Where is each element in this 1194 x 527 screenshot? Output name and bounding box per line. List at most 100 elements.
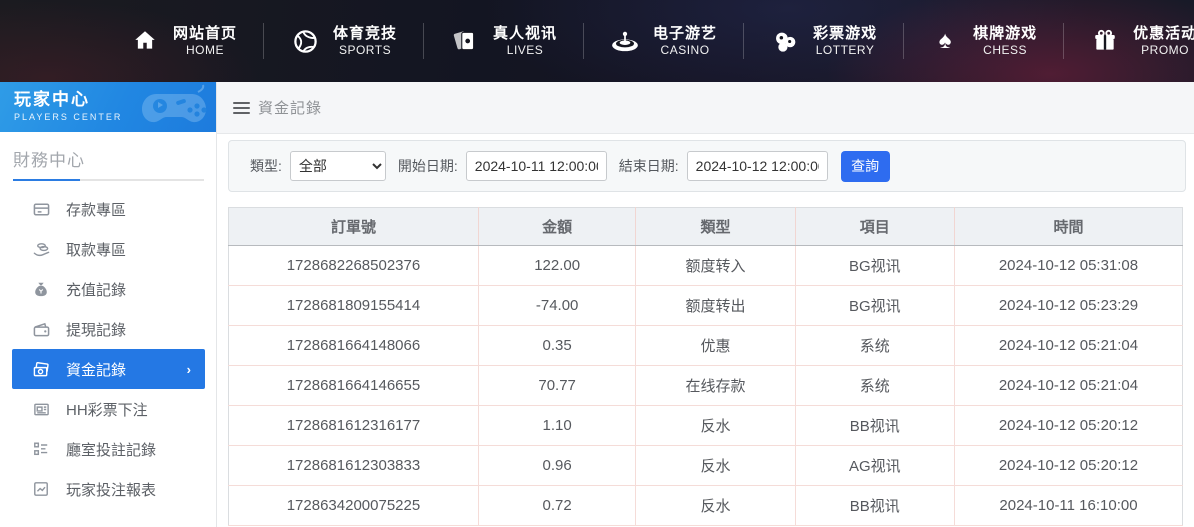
item: 系统: [795, 326, 954, 366]
nav-item-casino[interactable]: 电子游艺 CASINO: [584, 24, 743, 58]
table-row: 1728681664148066 0.35 优惠 系统 2024-10-12 0…: [229, 326, 1183, 366]
nav-title: 网站首页: [173, 24, 237, 43]
search-button[interactable]: 查詢: [841, 151, 890, 182]
table-header-row: 訂單號 金額 類型 項目 時間: [229, 208, 1183, 246]
type: 反水: [636, 486, 795, 526]
nav-item-home[interactable]: 网站首页 HOME: [104, 24, 263, 58]
type-select[interactable]: 全部: [290, 151, 386, 181]
table-row: 1728682268502376 122.00 额度转入 BG视讯 2024-1…: [229, 246, 1183, 286]
sidebar-item-bet-report[interactable]: 玩家投注報表: [0, 469, 216, 509]
room-bet-record-icon: [33, 441, 50, 458]
order-no: 1728681809155414: [229, 286, 479, 326]
time: 2024-10-12 05:21:04: [954, 326, 1182, 366]
sidebar-item-deposit[interactable]: 存款專區: [0, 189, 216, 229]
time: 2024-10-11 16:10:00: [954, 486, 1182, 526]
order-no: 1728681664148066: [229, 326, 479, 366]
sidebar-item-label: 存款專區: [66, 199, 126, 220]
nav-subtitle: LOTTERY: [813, 43, 877, 58]
time: 2024-10-12 05:20:12: [954, 406, 1182, 446]
table-row: 1728681612303833 0.96 反水 AG视讯 2024-10-12…: [229, 446, 1183, 486]
order-no: 1728681612303833: [229, 446, 479, 486]
column-header-type: 類型: [636, 208, 795, 246]
section-finance-center: 財務中心: [0, 132, 216, 179]
amount: 70.77: [478, 366, 635, 406]
amount: 0.35: [478, 326, 635, 366]
table-row: 1728681809155414 -74.00 额度转出 BG视讯 2024-1…: [229, 286, 1183, 326]
order-no: 1728682268502376: [229, 246, 479, 286]
type: 额度转入: [636, 246, 795, 286]
nav-subtitle: LIVES: [493, 43, 557, 58]
sidebar-item-hh-lottery-bet[interactable]: HH彩票下注: [0, 389, 216, 429]
bet-report-icon: [33, 481, 50, 498]
sidebar: 玩家中心 PLAYERS CENTER 財務中心 存款專區: [0, 82, 217, 527]
nav-subtitle: CASINO: [653, 43, 717, 58]
nav-item-chess[interactable]: ♠ 棋牌游戏 CHESS: [904, 24, 1063, 58]
table-row: 1728681612316177 1.10 反水 BB视讯 2024-10-12…: [229, 406, 1183, 446]
sidebar-item-label: 取款專區: [66, 239, 126, 260]
sports-ball-icon: [290, 26, 320, 56]
sidebar-item-label: 玩家投注報表: [66, 479, 156, 500]
cashout-record-icon: [33, 321, 50, 338]
sidebar-item-funds-record[interactable]: 資金記錄 ›: [12, 349, 205, 389]
menu-toggle-icon[interactable]: [233, 102, 250, 114]
order-no: 1728681612316177: [229, 406, 479, 446]
type: 优惠: [636, 326, 795, 366]
order-no: 1728634200075225: [229, 486, 479, 526]
end-date-input[interactable]: [687, 151, 828, 181]
sidebar-item-withdraw[interactable]: 取款專區: [0, 229, 216, 269]
table-row: 1728681664146655 70.77 在线存款 系统 2024-10-1…: [229, 366, 1183, 406]
nav-subtitle: PROMO: [1133, 43, 1194, 58]
page-title: 資金記錄: [258, 97, 322, 118]
sidebar-item-label: 提現記錄: [66, 319, 126, 340]
nav-title: 真人视讯: [493, 24, 557, 43]
amount: 0.96: [478, 446, 635, 486]
nav-item-lives[interactable]: 真人视讯 LIVES: [424, 24, 583, 58]
amount: 0.72: [478, 486, 635, 526]
chevron-right-icon: ›: [187, 362, 191, 377]
nav-item-promo[interactable]: 优惠活动 PROMO: [1064, 24, 1194, 58]
nav-item-sports[interactable]: 体育竞技 SPORTS: [264, 24, 423, 58]
sidebar-item-room-bet-record[interactable]: 廳室投註記錄: [0, 429, 216, 469]
nav-title: 优惠活动: [1133, 24, 1194, 43]
nav-subtitle: SPORTS: [333, 43, 397, 58]
lottery-bet-icon: [33, 401, 50, 418]
sidebar-item-recharge-record[interactable]: 充值記錄: [0, 269, 216, 309]
end-date-label: 結束日期:: [619, 156, 679, 176]
sidebar-item-label: 廳室投註記錄: [66, 439, 156, 460]
sidebar-item-label: HH彩票下注: [66, 399, 148, 420]
time: 2024-10-12 05:23:29: [954, 286, 1182, 326]
column-header-amount: 金額: [478, 208, 635, 246]
nav-subtitle: CHESS: [973, 43, 1037, 58]
amount: -74.00: [478, 286, 635, 326]
nav-subtitle: HOME: [173, 43, 237, 58]
home-icon: [130, 26, 160, 56]
main-content: 資金記錄 類型: 全部 開始日期: 結束日期: 查詢 訂: [217, 82, 1194, 527]
nav-title: 彩票游戏: [813, 24, 877, 43]
type: 在线存款: [636, 366, 795, 406]
table-row: 1728634200075225 0.72 反水 BB视讯 2024-10-11…: [229, 486, 1183, 526]
sidebar-item-label: 充值記錄: [66, 279, 126, 300]
column-header-time: 時間: [954, 208, 1182, 246]
nav-items: 网站首页 HOME 体育竞技 SPORTS: [104, 23, 1194, 59]
spade-icon: ♠: [930, 26, 960, 56]
time: 2024-10-12 05:31:08: [954, 246, 1182, 286]
item: BG视讯: [795, 246, 954, 286]
funds-record-table: 訂單號 金額 類型 項目 時間 1728682268502376 122.00 …: [228, 207, 1183, 526]
nav-item-lottery[interactable]: 彩票游戏 LOTTERY: [744, 24, 903, 58]
nav-title: 棋牌游戏: [973, 24, 1037, 43]
deposit-icon: [33, 201, 50, 218]
start-date-input[interactable]: [466, 151, 607, 181]
type: 反水: [636, 406, 795, 446]
section-underline: [13, 179, 204, 181]
column-header-item: 項目: [795, 208, 954, 246]
time: 2024-10-12 05:20:12: [954, 446, 1182, 486]
withdraw-icon: [33, 241, 50, 258]
time: 2024-10-12 05:21:04: [954, 366, 1182, 406]
item: BB视讯: [795, 406, 954, 446]
order-no: 1728681664146655: [229, 366, 479, 406]
sidebar-menu: 存款專區 取款專區 充: [0, 189, 216, 509]
sidebar-item-cashout-record[interactable]: 提現記錄: [0, 309, 216, 349]
item: AG视讯: [795, 446, 954, 486]
gift-icon: [1090, 26, 1120, 56]
top-navigation: 网站首页 HOME 体育竞技 SPORTS: [0, 0, 1194, 82]
